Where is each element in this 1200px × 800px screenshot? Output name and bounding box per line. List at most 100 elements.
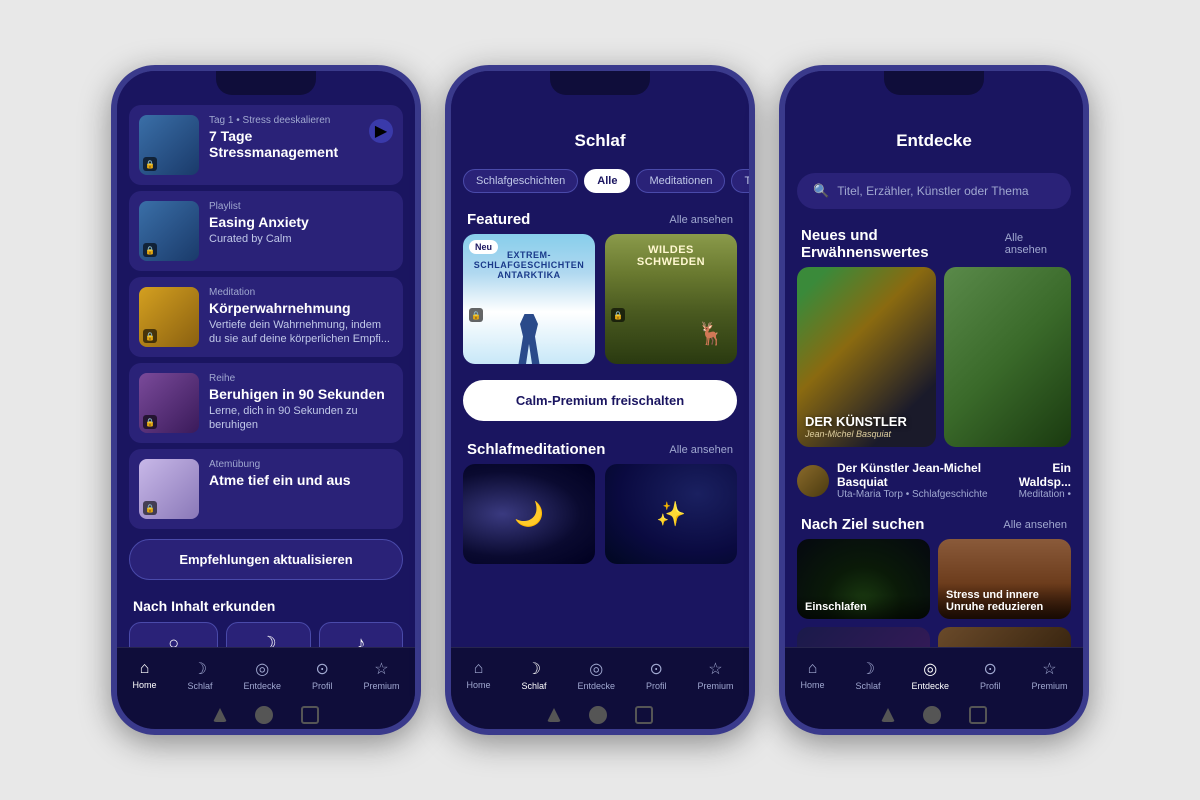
- stress-label: Stress und innere Unruhe reduzieren: [938, 583, 1071, 619]
- sleep-card-moon[interactable]: 🌙: [463, 464, 595, 564]
- phone-bottom-bar-1: [117, 701, 415, 729]
- scroll-content-2[interactable]: Schlaf Schlafgeschichten Alle Meditation…: [451, 71, 749, 647]
- einschlafen-label: Einschlafen: [797, 595, 930, 619]
- nav-label-profil-3: Profil: [980, 681, 1001, 691]
- search-icon: 🔍: [813, 183, 829, 199]
- nav-label-premium-1: Premium: [363, 681, 399, 691]
- stress-bg: Stress und innere Unruhe reduzieren: [938, 539, 1071, 619]
- side-sub: Meditation •: [1009, 489, 1071, 500]
- lock-icon-schweden: 🔒: [611, 308, 625, 322]
- kunstler-card[interactable]: DER KÜNSTLER Jean-Michel Basquiat: [797, 267, 936, 447]
- goal-einschlafen[interactable]: Einschlafen: [797, 539, 930, 619]
- nav-schlaf-2[interactable]: ☽ Schlaf: [513, 655, 554, 695]
- explore-schlaf-button[interactable]: ☽ Schlaf: [226, 622, 310, 647]
- card-thumb-playlist: 🔒: [139, 201, 199, 261]
- wald-card[interactable]: [944, 267, 1071, 447]
- artist-row: Der Künstler Jean-Michel Basquiat Uta-Ma…: [785, 455, 1083, 506]
- nav-label-profil-2: Profil: [646, 681, 667, 691]
- nav-schlaf-1[interactable]: ☽ Schlaf: [179, 655, 220, 695]
- nav-profil-3[interactable]: ⊙ Profil: [972, 655, 1009, 695]
- schlaf-nav-icon-1: ☽: [193, 659, 207, 679]
- nav-entdecke-3[interactable]: ◎ Entdecke: [903, 655, 957, 695]
- person-silhouette: [514, 314, 544, 364]
- kunstler-bg: DER KÜNSTLER Jean-Michel Basquiat: [797, 267, 936, 447]
- back-btn-3[interactable]: [881, 708, 895, 722]
- featured-card-antarktika[interactable]: Neu Extrem-SchlafgeschichtenANTARKTIKA E…: [463, 234, 595, 364]
- back-btn-2[interactable]: [547, 708, 561, 722]
- tab-schlafgeschichten[interactable]: Schlafgeschichten: [463, 169, 578, 193]
- musik-icon: ♪: [356, 633, 365, 647]
- featured-cards-row: Neu Extrem-SchlafgeschichtenANTARKTIKA E…: [451, 234, 749, 374]
- update-recommendations-button[interactable]: Empfehlungen aktualisieren: [129, 539, 403, 580]
- card-title-meditation: Körperwahrnehmung: [209, 300, 393, 316]
- meditation-icon: ○: [168, 633, 179, 647]
- nav-home-3[interactable]: ⌂ Home: [792, 656, 832, 694]
- square-btn-1[interactable]: [301, 706, 319, 724]
- goal-card-3[interactable]: [797, 627, 930, 647]
- featured-card-schweden[interactable]: WildesSCHWEDEN 🦌 Wildes Schweden Johanne…: [605, 234, 737, 364]
- card-subtitle-playlist: Curated by Calm: [209, 232, 393, 246]
- tab-to[interactable]: To...: [731, 169, 749, 193]
- card-type-atem: Atemübung: [209, 459, 393, 470]
- square-btn-3[interactable]: [969, 706, 987, 724]
- tab-bar-2: Schlafgeschichten Alle Meditationen To..…: [451, 169, 749, 201]
- scroll-content-1[interactable]: 🔒 Tag 1 • Stress deeskalieren 7 Tage Str…: [117, 71, 415, 647]
- nav-home-1[interactable]: ⌂ Home: [124, 656, 164, 694]
- schlafmed-link[interactable]: Alle ansehen: [669, 444, 733, 456]
- home-btn-2[interactable]: [589, 706, 607, 724]
- tree-bg: Einschlafen: [797, 539, 930, 619]
- card-thumb-reihe: 🔒: [139, 373, 199, 433]
- goal-stress[interactable]: Stress und innere Unruhe reduzieren: [938, 539, 1071, 619]
- tab-meditationen[interactable]: Meditationen: [636, 169, 725, 193]
- nav-entdecke-1[interactable]: ◎ Entdecke: [235, 655, 289, 695]
- nav-label-premium-2: Premium: [697, 681, 733, 691]
- nav-premium-1[interactable]: ☆ Premium: [355, 655, 407, 695]
- nav-label-schlaf-2: Schlaf: [521, 681, 546, 691]
- home-btn-1[interactable]: [255, 706, 273, 724]
- phone-notch-1: [216, 71, 316, 95]
- nav-home-2[interactable]: ⌂ Home: [458, 656, 498, 694]
- nav-premium-2[interactable]: ☆ Premium: [689, 655, 741, 695]
- featured-link[interactable]: Alle ansehen: [669, 214, 733, 226]
- sleep-card-stars[interactable]: ✨: [605, 464, 737, 564]
- card-meditation[interactable]: 🔒 Meditation Körperwahrnehmung Vertiefe …: [129, 277, 403, 357]
- antarktika-title: Extrem-SchlafgeschichtenANTARKTIKA: [463, 250, 595, 280]
- goal-card-4[interactable]: [938, 627, 1071, 647]
- back-btn-1[interactable]: [213, 708, 227, 722]
- explore-musik-button[interactable]: ♪ Musik: [319, 622, 403, 647]
- search-bar[interactable]: 🔍 Titel, Erzähler, Künstler oder Thema: [797, 173, 1071, 209]
- phone-bottom-bar-3: [785, 701, 1083, 729]
- nach-ziel-link[interactable]: Alle ansehen: [1003, 519, 1067, 531]
- scroll-content-3[interactable]: Entdecke 🔍 Titel, Erzähler, Künstler ode…: [785, 71, 1083, 647]
- current-playing-card[interactable]: 🔒 Tag 1 • Stress deeskalieren 7 Tage Str…: [129, 105, 403, 185]
- explore-meditation-button[interactable]: ○ Meditation: [129, 622, 218, 647]
- artist-avatar: [797, 465, 829, 497]
- phone-notch-2: [550, 71, 650, 95]
- phone-bottom-bar-2: [451, 701, 749, 729]
- profil-nav-icon-3: ⊙: [984, 659, 997, 679]
- card-atemubung[interactable]: 🔒 Atemübung Atme tief ein und aus: [129, 449, 403, 529]
- moon-icon: 🌙: [514, 500, 544, 529]
- premium-button[interactable]: Calm-Premium freischalten: [463, 380, 737, 421]
- nav-profil-2[interactable]: ⊙ Profil: [638, 655, 675, 695]
- nav-premium-3[interactable]: ☆ Premium: [1023, 655, 1075, 695]
- kunstler-subtitle: Jean-Michel Basquiat: [805, 429, 907, 439]
- play-button[interactable]: ▶: [369, 119, 393, 143]
- schlaf-nav-icon-3: ☽: [861, 659, 875, 679]
- card-playlist[interactable]: 🔒 Playlist Easing Anxiety Curated by Cal…: [129, 191, 403, 271]
- card-reihe[interactable]: 🔒 Reihe Beruhigen in 90 Sekunden Lerne, …: [129, 363, 403, 443]
- lock-icon-playlist: 🔒: [143, 243, 157, 257]
- featured-title: Featured: [467, 211, 530, 228]
- home-btn-3[interactable]: [923, 706, 941, 724]
- nav-schlaf-3[interactable]: ☽ Schlaf: [847, 655, 888, 695]
- nav-entdecke-2[interactable]: ◎ Entdecke: [569, 655, 623, 695]
- side-info: Ein Waldsp... Meditation •: [1009, 461, 1071, 500]
- nav-profil-1[interactable]: ⊙ Profil: [304, 655, 341, 695]
- goal-grid-2: [785, 627, 1083, 647]
- tab-alle[interactable]: Alle: [584, 169, 630, 193]
- screen-2: Schlaf Schlafgeschichten Alle Meditation…: [451, 71, 749, 701]
- square-btn-2[interactable]: [635, 706, 653, 724]
- wald-bg: [944, 267, 1071, 447]
- neues-link[interactable]: Alle ansehen: [1005, 232, 1067, 256]
- bottom-nav-1: ⌂ Home ☽ Schlaf ◎ Entdecke ⊙ Profil ☆ Pr…: [117, 647, 415, 701]
